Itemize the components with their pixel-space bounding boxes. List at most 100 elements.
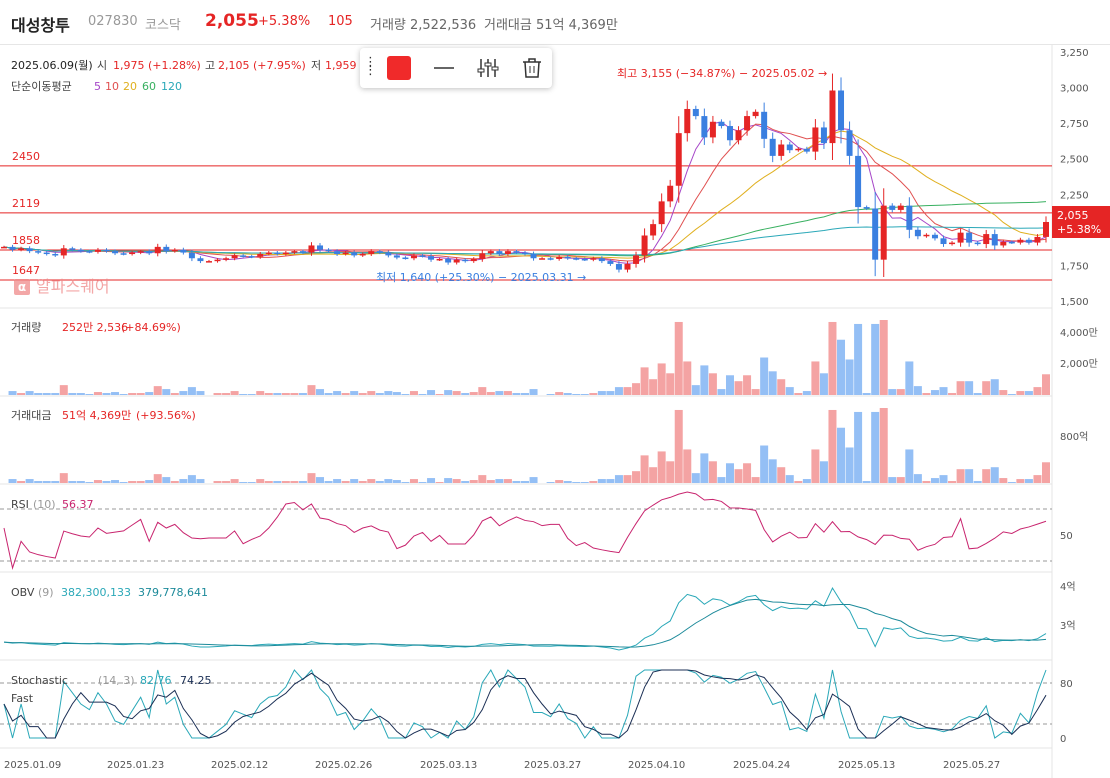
volume-bar <box>316 389 325 395</box>
amount-bar <box>572 482 581 483</box>
amount-bar <box>990 467 999 483</box>
candle-body <box>1043 221 1049 237</box>
volume-bar <box>700 365 709 395</box>
amount-bar <box>700 453 709 483</box>
amount-bar <box>930 478 939 483</box>
volume-bar <box>239 394 248 395</box>
amount-bar <box>546 482 555 483</box>
price-tick: 3,000 <box>1060 84 1089 95</box>
candle-body <box>462 259 469 262</box>
rsi-tick: 50 <box>1060 531 1073 542</box>
volume-bar <box>683 361 692 395</box>
amount-bar <box>17 481 26 483</box>
high-value: 2,105 (+7.95%) <box>218 59 306 72</box>
amount-bar <box>281 481 290 483</box>
candle-body <box>299 251 306 253</box>
candle-body <box>786 144 793 151</box>
candle-body <box>564 256 571 259</box>
candles <box>1 73 1049 278</box>
volume-bar <box>34 393 43 395</box>
obv-tick: 4억 <box>1060 581 1076 593</box>
volume-bar <box>298 393 307 395</box>
settings-button[interactable] <box>476 56 500 80</box>
volume-bar <box>51 393 60 395</box>
candle-body <box>137 251 144 253</box>
volume-bar <box>461 393 470 395</box>
amount-bar <box>751 477 760 483</box>
volume-bar <box>956 381 965 395</box>
volume-bar <box>187 387 196 395</box>
candle-body <box>675 133 682 186</box>
volume-bar <box>597 391 606 395</box>
volume-bar <box>128 393 137 395</box>
volume-bar <box>17 393 26 395</box>
volume-title: 거래량 <box>11 321 41 334</box>
candle-body <box>376 251 383 253</box>
candle-body <box>205 261 212 263</box>
candle-body <box>359 253 366 256</box>
stock-chart[interactable]: 2450211918581647 3,2503,0002,7502,5002,2… <box>0 45 1110 778</box>
volume-bar <box>512 393 521 395</box>
candle-body <box>120 253 127 255</box>
obv-value: 382,300,133 <box>61 586 131 599</box>
amount-bar <box>563 481 572 483</box>
stoch-tick: 80 <box>1060 679 1073 690</box>
amount-bar <box>597 479 606 483</box>
volume-bar <box>76 393 85 395</box>
candle-body <box>317 245 324 250</box>
ma-20: 20 <box>123 80 137 93</box>
volume-bar <box>982 381 991 395</box>
candle-body <box>436 258 443 261</box>
volume-bar <box>409 391 418 395</box>
x-tick: 2025.02.12 <box>211 760 268 771</box>
amount-bar <box>777 467 786 483</box>
candle-body <box>855 155 862 208</box>
amount-bar <box>350 479 359 483</box>
candle-body <box>829 90 836 144</box>
volume-bar <box>529 389 538 395</box>
sliders-icon <box>477 59 499 77</box>
amount-bar <box>341 481 350 483</box>
candle-body <box>282 252 289 255</box>
amount-bar <box>495 479 504 483</box>
volume-bar <box>777 379 786 395</box>
ma-line-20 <box>3 130 1047 259</box>
candle-body <box>163 246 170 252</box>
moving-averages <box>3 121 1047 264</box>
volume-bar <box>102 393 111 395</box>
drawing-toolbar: ⋮ ⋮ <box>360 48 552 88</box>
candle-body <box>940 238 947 245</box>
volume-bar <box>1007 394 1016 395</box>
amount-bar <box>51 481 60 483</box>
amount-text: 거래대금 51억 4,369만 <box>484 18 618 33</box>
volume-bar <box>555 392 564 395</box>
candle-body <box>393 255 400 258</box>
delete-button[interactable] <box>520 56 544 80</box>
stoch-k-value: 82.76 <box>140 674 172 687</box>
amount-bar <box>469 480 478 483</box>
volume-bar <box>760 357 769 395</box>
volume-bar <box>230 391 239 395</box>
ma-60: 60 <box>142 80 156 93</box>
x-tick: 2025.05.27 <box>943 760 1000 771</box>
volume-bar <box>521 393 529 395</box>
amount-bar <box>59 473 68 483</box>
price-tick: 1,750 <box>1060 261 1089 272</box>
candle-body <box>257 253 264 257</box>
rsi-param: (10) <box>33 498 56 511</box>
candle-body <box>368 251 375 254</box>
amount-bar <box>418 482 427 483</box>
amount-bar <box>392 480 401 483</box>
line-style-button[interactable] <box>432 56 456 80</box>
volume-bar <box>973 393 982 395</box>
drag-handle-icon[interactable]: ⋮ ⋮ <box>364 56 377 77</box>
amount-bar <box>427 478 436 483</box>
volume-bar <box>8 391 17 395</box>
volume-bar <box>563 393 572 395</box>
color-swatch-button[interactable] <box>387 56 411 80</box>
amount-bar <box>956 469 965 483</box>
candle-body <box>726 126 733 141</box>
volume-text: 거래량 2,522,536 <box>370 18 477 33</box>
candle-body <box>684 108 691 134</box>
volume-bar <box>939 387 948 395</box>
